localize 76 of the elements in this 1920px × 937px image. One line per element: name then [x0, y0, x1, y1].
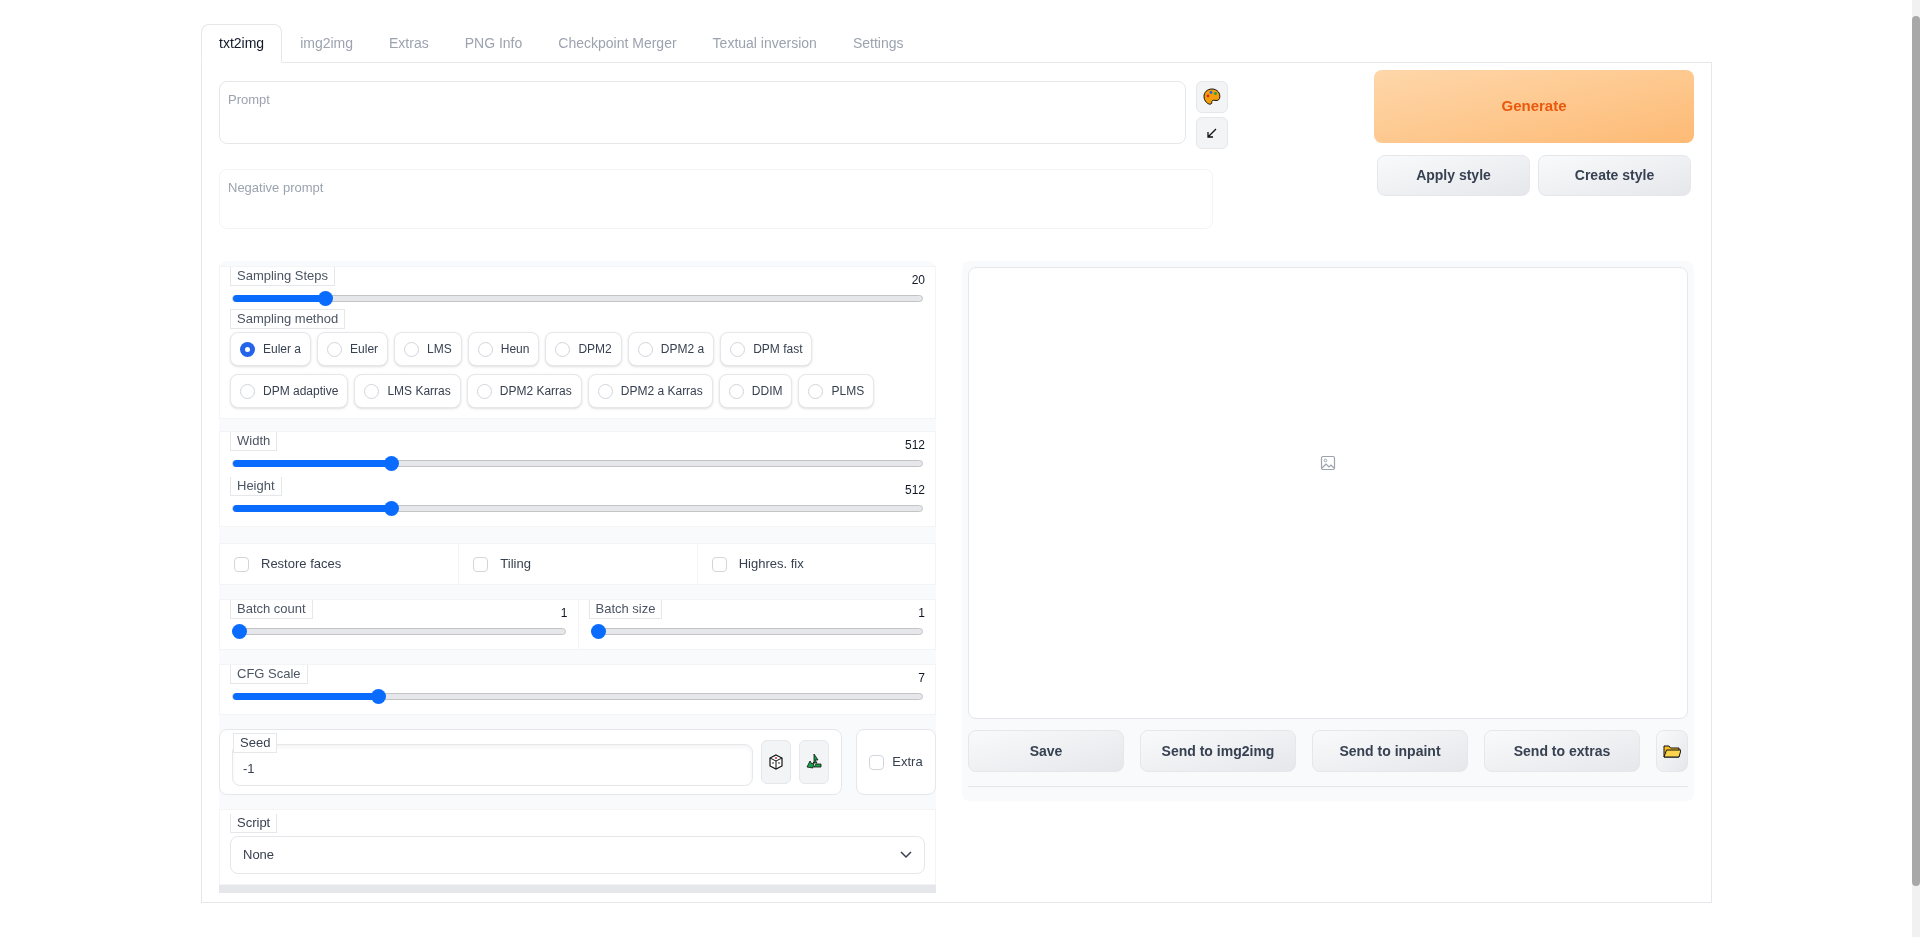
palette-icon — [1202, 87, 1222, 107]
negative-prompt-field[interactable]: Negative prompt — [219, 169, 1213, 229]
slider-value: 512 — [904, 482, 925, 499]
radio-option[interactable]: DDIM — [718, 374, 793, 408]
slider-thumb[interactable] — [318, 291, 334, 306]
slider-value: 7 — [918, 670, 925, 687]
script-dropdown[interactable]: None — [230, 836, 925, 874]
dice-button[interactable] — [761, 740, 791, 784]
checkbox[interactable] — [869, 754, 885, 770]
radio-button[interactable] — [364, 383, 380, 399]
dice-icon — [767, 753, 785, 771]
recycle-button[interactable] — [799, 740, 829, 784]
slider-value: 20 — [911, 272, 925, 289]
radio-button[interactable] — [637, 341, 653, 357]
radio-option[interactable]: DPM2 Karras — [466, 374, 582, 408]
radio-option[interactable]: LMS Karras — [354, 374, 461, 408]
radio-option[interactable]: LMS — [394, 332, 462, 366]
checkbox[interactable] — [473, 556, 489, 572]
tab[interactable]: txt2img — [201, 24, 283, 63]
chevron-down-icon — [900, 851, 912, 859]
group-label: Sampling method — [230, 309, 346, 329]
slider-value: 1 — [918, 605, 925, 622]
slider-label: Sampling Steps — [230, 267, 336, 286]
action-button[interactable]: Send to inpaint — [1312, 730, 1468, 772]
checkbox-option[interactable]: Restore faces — [220, 544, 459, 584]
radio-button[interactable] — [240, 341, 255, 357]
radio-option[interactable]: DPM2 a Karras — [587, 374, 713, 408]
radio-button[interactable] — [240, 383, 255, 399]
checkbox-option[interactable]: Highres. fix — [696, 544, 935, 584]
radio-button[interactable] — [728, 383, 744, 399]
radio-button[interactable] — [476, 383, 492, 399]
prompt-field[interactable]: Prompt — [219, 81, 1186, 144]
slider-label: Width — [230, 432, 278, 451]
radio-option[interactable]: DPM fast — [720, 332, 813, 366]
style-button[interactable]: Apply style — [1377, 155, 1530, 196]
palette-button[interactable] — [1196, 81, 1228, 113]
slider-thumb[interactable] — [590, 624, 606, 639]
slider-thumb[interactable] — [370, 689, 386, 704]
radio-option[interactable]: Heun — [467, 332, 540, 366]
slider-value: 1 — [560, 605, 568, 622]
folder-button[interactable] — [1656, 730, 1688, 772]
slider-value: 512 — [904, 437, 925, 454]
arrow-icon — [1206, 127, 1218, 139]
radio-button[interactable] — [808, 383, 824, 399]
style-button[interactable]: Create style — [1538, 155, 1691, 196]
scrollbar[interactable] — [1912, 0, 1920, 937]
checkbox[interactable] — [234, 556, 249, 572]
radio-option[interactable]: DPM2 — [545, 332, 622, 366]
slider-label: Height — [230, 477, 282, 496]
slider-thumb[interactable] — [384, 501, 400, 516]
action-button[interactable]: Send to img2img — [1140, 730, 1296, 772]
checkbox[interactable] — [711, 556, 727, 572]
radio-option[interactable]: DPM adaptive — [230, 374, 349, 408]
slider-thumb[interactable] — [384, 456, 400, 471]
radio-button[interactable] — [327, 341, 343, 357]
paste-button[interactable] — [1196, 117, 1228, 149]
action-button[interactable]: Send to extras — [1484, 730, 1640, 772]
radio-option[interactable]: Euler — [317, 332, 389, 366]
radio-button[interactable] — [597, 383, 613, 399]
radio-option[interactable]: PLMS — [798, 374, 875, 408]
field-label: Seed — [233, 733, 278, 753]
radio-button[interactable] — [730, 341, 746, 357]
radio-option[interactable]: Euler a — [230, 332, 312, 366]
radio-button[interactable] — [404, 341, 420, 357]
slider-label: Batch size — [588, 600, 663, 619]
field-label: Script — [230, 814, 278, 833]
image-icon — [1320, 455, 1336, 471]
folder-icon — [1663, 744, 1681, 758]
slider-label: Batch count — [230, 600, 313, 619]
slider-label: CFG Scale — [230, 665, 308, 684]
checkbox-option[interactable]: Tiling — [458, 544, 697, 584]
radio-button[interactable] — [477, 341, 493, 357]
radio-option[interactable]: DPM2 a — [627, 332, 715, 366]
action-button[interactable]: Save — [968, 730, 1124, 772]
radio-button[interactable] — [555, 341, 571, 357]
slider-thumb[interactable] — [232, 624, 247, 639]
